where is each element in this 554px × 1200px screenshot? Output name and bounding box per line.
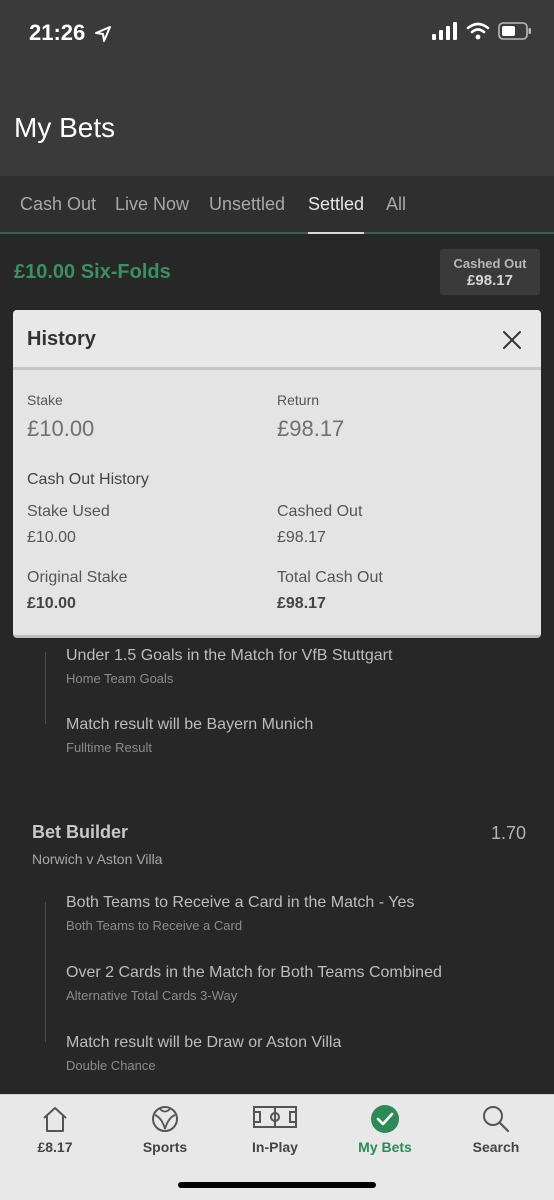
selection-market: Fulltime Result — [66, 740, 152, 755]
clock-text: 21:26 — [29, 20, 86, 45]
nav-search[interactable]: Search — [440, 1095, 552, 1165]
tab-all[interactable]: All — [386, 194, 406, 234]
football-icon — [152, 1106, 178, 1132]
signal-icon — [432, 22, 457, 40]
battery-icon — [498, 22, 531, 40]
selection-connector — [45, 652, 46, 724]
selection-market: Alternative Total Cards 3-Way — [66, 988, 238, 1003]
page-title: My Bets — [14, 112, 116, 143]
close-icon[interactable] — [501, 329, 523, 351]
cashed-out-badge-label: Cashed Out — [453, 256, 527, 271]
cashed-out-badge-value: £98.17 — [467, 272, 513, 289]
tab-live-now[interactable]: Live Now — [115, 194, 189, 234]
selection-name: Match result will be Draw or Aston Villa — [66, 1034, 342, 1051]
selection-name: Under 1.5 Goals in the Match for VfB Stu… — [66, 647, 393, 664]
history-modal: History Stake £10.00 Return £98.17 Cash … — [13, 310, 541, 638]
nav-in-play[interactable]: In-Play — [220, 1095, 330, 1165]
cashed-out-value: £98.17 — [277, 529, 326, 546]
selection-name: Over 2 Cards in the Match for Both Teams… — [66, 964, 442, 981]
nav-balance[interactable]: £8.17 — [0, 1095, 110, 1165]
bet-builder-odds: 1.70 — [490, 823, 526, 843]
selection-market: Home Team Goals — [66, 671, 174, 686]
stake-label: Stake — [27, 392, 63, 408]
selection-connector — [45, 902, 46, 1042]
status-bar: 21:26 — [0, 0, 554, 70]
original-stake-value: £10.00 — [27, 595, 76, 612]
wifi-icon — [466, 22, 490, 40]
bet-builder-match: Norwich v Aston Villa — [32, 851, 163, 867]
pitch-icon — [253, 1106, 297, 1128]
tab-cash-out[interactable]: Cash Out — [20, 194, 96, 234]
cashed-out-badge: Cashed Out £98.17 — [440, 249, 540, 295]
bet-builder-title: Bet Builder — [32, 822, 129, 842]
selection-market: Both Teams to Receive a Card — [66, 918, 243, 933]
selection-market: Double Chance — [66, 1058, 156, 1073]
nav-label: Search — [472, 1139, 520, 1155]
stake-used-label: Stake Used — [27, 503, 110, 520]
bet-title[interactable]: £10.00 Six-Folds — [14, 261, 171, 284]
nav-label: Sports — [142, 1139, 188, 1155]
home-indicator — [178, 1182, 376, 1188]
total-cash-out-label: Total Cash Out — [277, 569, 383, 586]
cashed-out-label: Cashed Out — [277, 503, 363, 520]
return-label: Return — [277, 392, 320, 408]
tab-settled[interactable]: Settled — [308, 194, 365, 234]
header: My Bets — [0, 70, 554, 176]
status-time: 21:26 — [29, 20, 112, 46]
stake-value: £10.00 — [27, 416, 95, 441]
location-arrow-icon — [95, 26, 112, 42]
nav-label: In-Play — [252, 1139, 298, 1155]
stake-used-value: £10.00 — [27, 529, 76, 546]
history-title: History — [27, 328, 96, 350]
selection-name: Match result will be Bayern Munich — [66, 716, 314, 733]
home-icon — [43, 1107, 67, 1132]
status-icons — [432, 22, 532, 40]
tab-unsettled[interactable]: Unsettled — [209, 194, 285, 234]
total-cash-out-value: £98.17 — [277, 595, 326, 612]
check-circle-icon — [371, 1105, 399, 1133]
nav-label: £8.17 — [37, 1139, 73, 1155]
search-icon — [483, 1106, 510, 1133]
cash-out-history-title: Cash Out History — [27, 471, 149, 488]
nav-sports[interactable]: Sports — [110, 1095, 220, 1165]
return-value: £98.17 — [277, 416, 345, 441]
original-stake-label: Original Stake — [27, 569, 128, 586]
bet-tabs: Cash Out Live Now Unsettled Settled All — [0, 176, 554, 234]
nav-my-bets[interactable]: My Bets — [330, 1095, 440, 1165]
history-modal-header: History — [13, 310, 541, 370]
nav-label: My Bets — [358, 1139, 412, 1155]
selection-name: Both Teams to Receive a Card in the Matc… — [66, 894, 415, 911]
